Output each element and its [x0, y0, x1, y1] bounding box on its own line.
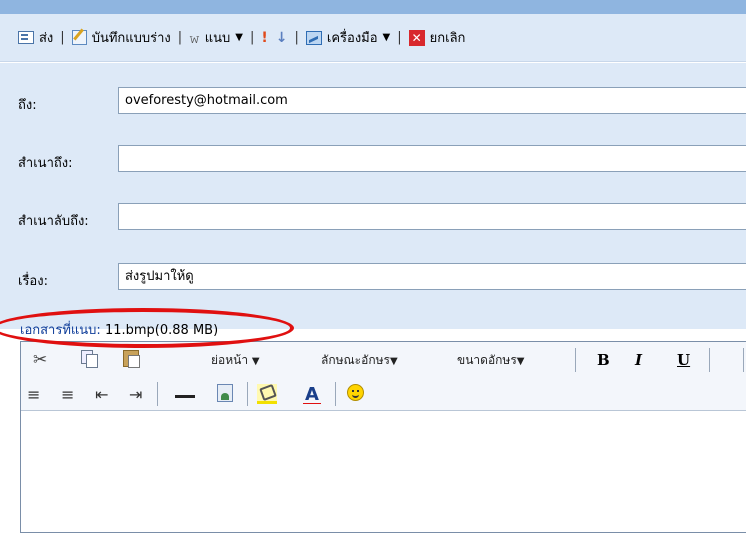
toolbar-separator: | [177, 30, 183, 45]
size-dropdown[interactable]: ขนาดอักษร▼ [457, 351, 524, 370]
chevron-down-icon: ▼ [516, 356, 525, 367]
toolbar-divider [157, 382, 158, 406]
font-dropdown[interactable]: ลักษณะอักษร▼ [321, 351, 398, 370]
high-priority-icon: ! [261, 29, 268, 46]
send-button[interactable]: ส่ง [14, 27, 57, 48]
font-color-bar [303, 403, 321, 404]
cancel-button[interactable]: ✕ ยกเลิก [405, 27, 470, 48]
toolbar-divider [743, 348, 744, 372]
font-color-icon[interactable]: A [303, 384, 321, 405]
low-priority-button[interactable]: ↓ [272, 30, 292, 46]
indent-icon[interactable]: ⇥ [129, 384, 142, 404]
bold-button[interactable]: B [597, 350, 610, 370]
chevron-down-icon: ▼ [251, 356, 260, 367]
attach-button[interactable]: 𝚠 แนบ ▼ [185, 27, 247, 48]
highlight-color-icon[interactable] [257, 384, 277, 404]
bcc-field[interactable] [118, 203, 746, 230]
emoticon-icon[interactable] [347, 384, 364, 401]
toolbar-separator: | [397, 30, 402, 45]
insert-image-icon[interactable] [217, 384, 233, 402]
italic-button[interactable]: I [635, 350, 642, 370]
cancel-icon: ✕ [408, 29, 425, 46]
to-label: ถึง: [18, 98, 37, 113]
subject-label: เรื่อง: [18, 274, 48, 289]
cc-field[interactable] [118, 145, 746, 172]
outdent-icon[interactable]: ⇤ [95, 384, 108, 404]
tools-label: เครื่องมือ [326, 31, 378, 46]
paste-icon[interactable] [123, 350, 140, 368]
size-dropdown-label: ขนาดอักษร [457, 353, 517, 367]
window-title-bar [0, 0, 746, 14]
chevron-down-icon: ▼ [235, 32, 243, 43]
cc-label: สำเนาถึง: [18, 156, 73, 171]
underline-button[interactable]: U [677, 350, 690, 370]
bullet-list-icon[interactable]: ≡ [61, 384, 74, 404]
send-label: ส่ง [39, 31, 54, 46]
compose-icon [18, 31, 34, 44]
toolbar-separator: | [249, 30, 255, 45]
numbered-list-icon[interactable]: ≡ [27, 384, 40, 404]
compose-toolbar: ส่ง | บันทึกแบบร่าง | 𝚠 แนบ ▼ | ! ↓ | เค… [0, 14, 746, 62]
low-priority-icon: ↓ [275, 29, 288, 46]
editor-toolbar-row-2: ≡ ≡ ⇤ ⇥ A [21, 376, 746, 411]
subject-field[interactable]: ส่งรูปมาให้ดู [118, 263, 746, 290]
tools-button[interactable]: เครื่องมือ ▼ [302, 27, 394, 48]
save-draft-button[interactable]: บันทึกแบบร่าง [68, 27, 175, 48]
copy-icon[interactable] [81, 350, 98, 368]
toolbar-separator: | [294, 30, 299, 45]
toolbar-separator: | [60, 30, 65, 45]
attachment-highlight-circle [0, 308, 294, 348]
font-color-glyph: A [305, 384, 319, 405]
toolbar-divider [709, 348, 710, 372]
paragraph-dropdown[interactable]: ย่อหน้า ▼ [211, 351, 260, 370]
save-draft-label: บันทึกแบบร่าง [91, 31, 171, 46]
scissors-icon[interactable]: ✂ [33, 350, 47, 370]
cancel-label: ยกเลิก [429, 31, 466, 46]
tools-icon [305, 30, 322, 45]
font-dropdown-label: ลักษณะอักษร [321, 353, 390, 367]
attach-label: แนบ [204, 31, 231, 46]
chevron-down-icon: ▼ [389, 356, 398, 367]
horizontal-rule-icon[interactable] [175, 395, 195, 398]
chevron-down-icon: ▼ [382, 32, 391, 43]
bcc-label: สำเนาลับถึง: [18, 214, 89, 229]
paragraph-dropdown-label: ย่อหน้า [211, 353, 249, 367]
draft-icon [71, 30, 87, 45]
to-field[interactable]: oveforesty@hotmail.com [118, 87, 746, 114]
toolbar-divider [575, 348, 576, 372]
toolbar-divider [247, 382, 248, 406]
high-priority-button[interactable]: ! [257, 30, 271, 46]
toolbar-divider [335, 382, 336, 406]
paperclip-icon: 𝚠 [189, 28, 200, 47]
message-editor: ✂ ย่อหน้า ▼ ลักษณะอักษร▼ ขนาดอักษร▼ B I … [20, 341, 746, 533]
